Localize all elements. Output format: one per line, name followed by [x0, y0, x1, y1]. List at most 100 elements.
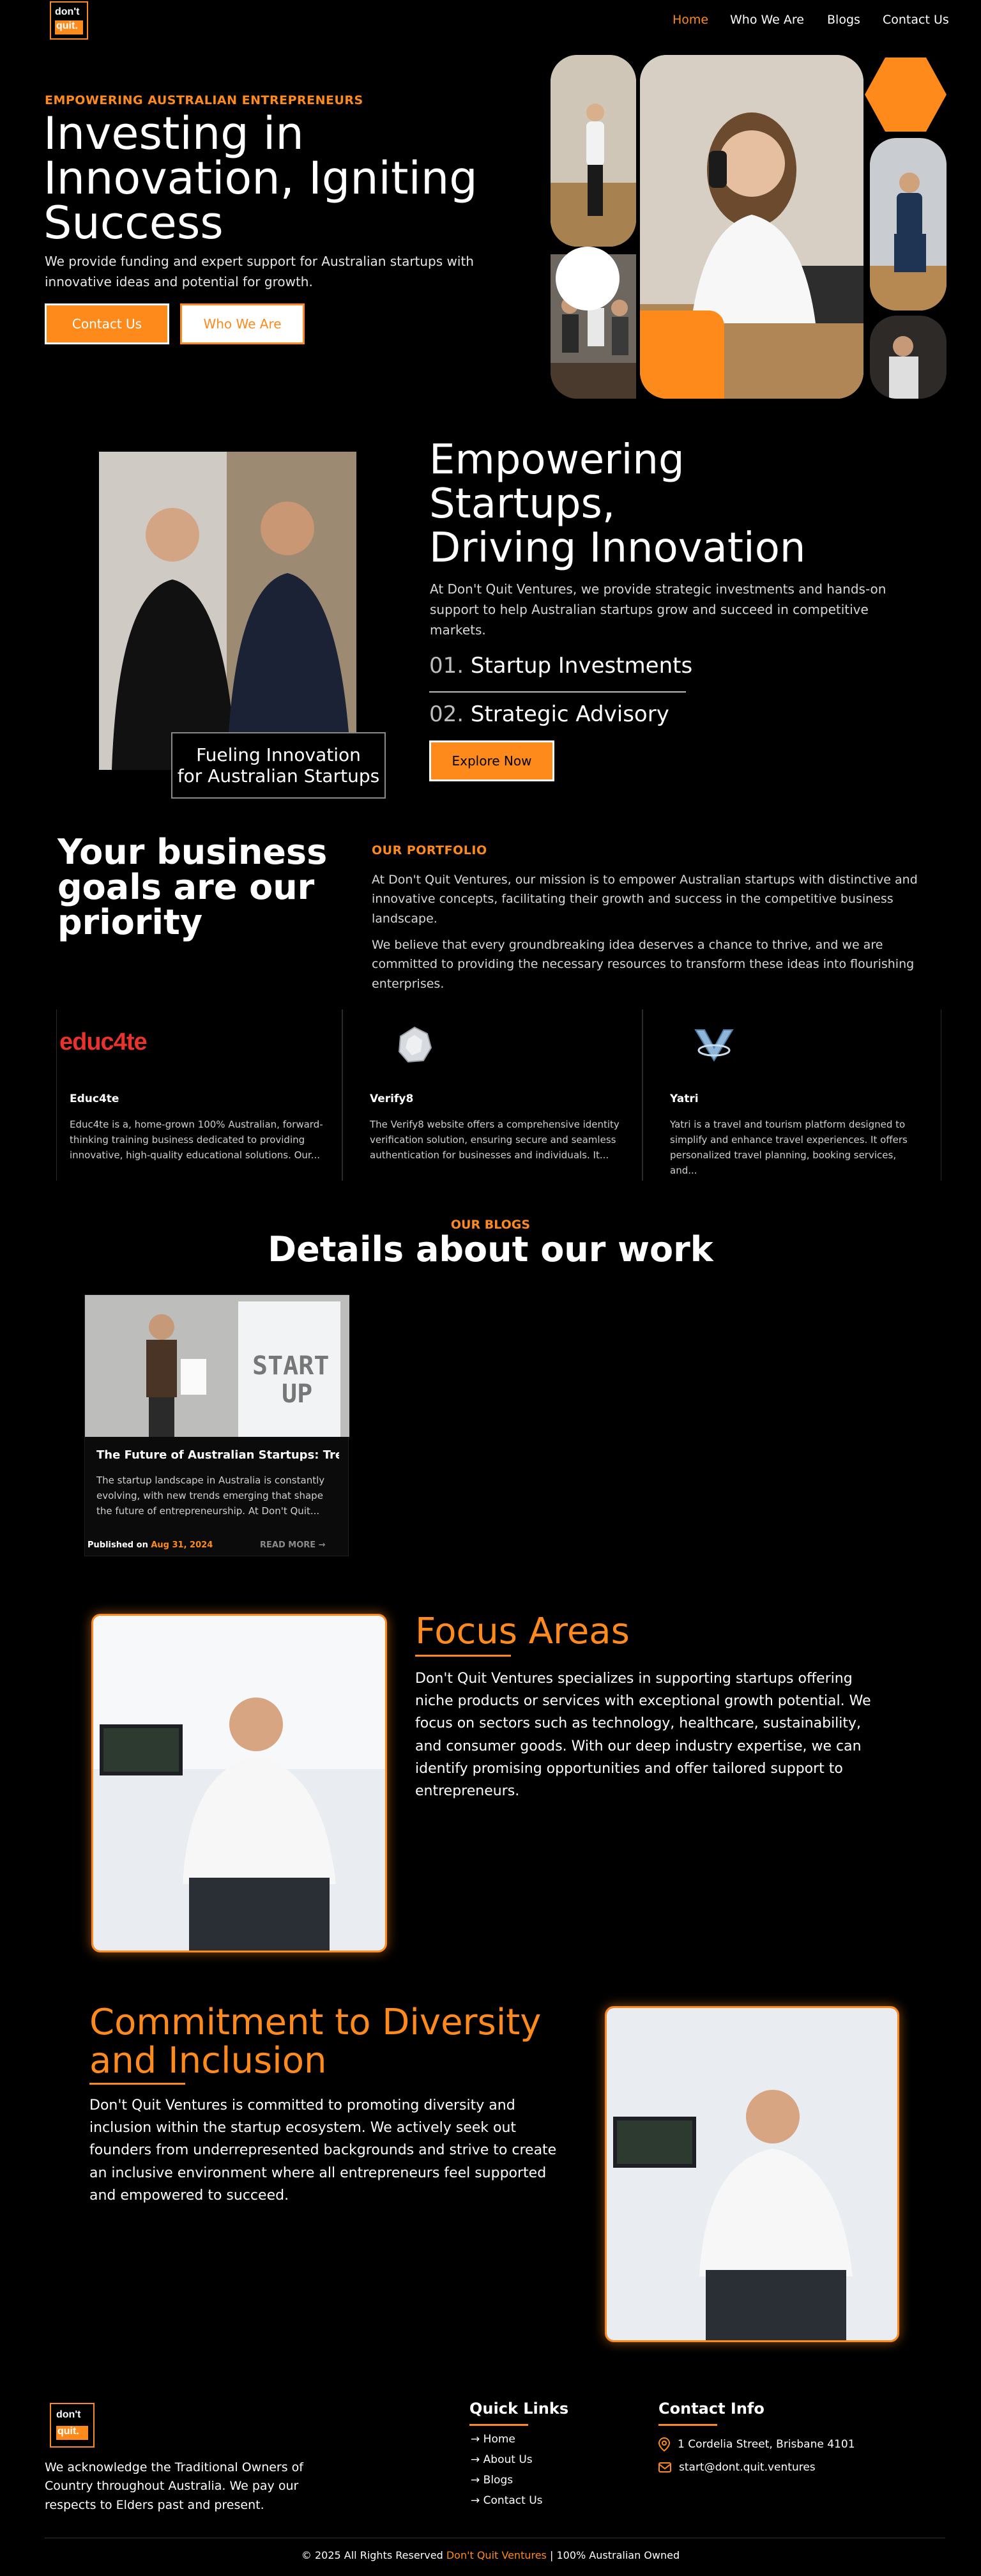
address-text: 1 Cordelia Street, Brisbane 4101	[678, 2438, 855, 2451]
man-dark-figure	[870, 316, 947, 399]
blog-card[interactable]: START UP The Future of Australian Startu…	[84, 1294, 349, 1556]
email-text: start@dont.quit.ventures	[679, 2461, 816, 2474]
focus-areas-photo	[91, 1614, 387, 1952]
copyright-brand-link[interactable]: Don't Quit Ventures	[446, 2549, 547, 2561]
copyright-suffix: | 100% Australian Owned	[549, 2549, 680, 2561]
contact-us-button[interactable]: Contact Us	[45, 303, 169, 344]
portfolio-para-1: At Don't Quit Ventures, our mission is t…	[372, 873, 918, 926]
whiteboard-text-up: UP	[282, 1379, 313, 1409]
read-more-link[interactable]: READ MORE →	[260, 1540, 326, 1550]
about-title-line-1: Empowering	[429, 436, 685, 484]
portfolio-card-verify8[interactable]: Verify8 The Verify8 website offers a com…	[342, 1009, 643, 1181]
nav-blogs[interactable]: Blogs	[827, 13, 860, 27]
man-seated-figure	[870, 138, 947, 310]
location-pin-icon	[658, 2437, 670, 2451]
focus-areas-rule	[415, 1655, 511, 1657]
hero-title: Investing in Innovation, Igniting Succes…	[43, 111, 542, 245]
about-item-2-number: 02.	[429, 702, 464, 727]
founders-photo	[99, 452, 356, 770]
card-text: Yatri is a travel and tourism platform d…	[670, 1119, 908, 1176]
arrow-right-icon: →	[471, 2433, 483, 2446]
blog-post-title[interactable]: The Future of Australian Startups: Trend…	[96, 1448, 339, 1462]
hero-subtitle: We provide funding and expert support fo…	[45, 254, 474, 289]
focus-areas-title: Focus Areas	[415, 1611, 630, 1652]
contact-info-title: Contact Info	[658, 2400, 764, 2418]
acknowledgement-text: We acknowledge the Traditional Owners of…	[45, 2460, 303, 2512]
about-item-1-label: Startup Investments	[470, 653, 693, 678]
nav-contact-us[interactable]: Contact Us	[883, 13, 949, 27]
footer-link-label: Blogs	[483, 2474, 513, 2487]
footer-link-label: Contact Us	[483, 2494, 543, 2507]
about-divider	[429, 691, 686, 693]
footer-logo-text-top: don't	[56, 2409, 81, 2420]
portfolio-card-yatri[interactable]: Yatri Yatri is a travel and tourism plat…	[643, 1009, 941, 1181]
logo-text-bottom: quit.	[55, 20, 83, 34]
footer-link-label: Home	[483, 2433, 515, 2446]
verify8-logo-icon	[398, 1026, 432, 1063]
focus-areas-text: Don't Quit Ventures specializes in suppo…	[415, 1671, 871, 1799]
footer-link-contact[interactable]: → Contact Us	[471, 2494, 543, 2507]
published-label: Published on	[87, 1540, 148, 1550]
educ4te-logo: educ4te	[59, 1029, 148, 1055]
diversity-title-line-1: Commitment to Diversity	[89, 2002, 542, 2043]
about-item-1: 01. Startup Investments	[429, 653, 692, 678]
footer-link-home[interactable]: → Home	[471, 2433, 515, 2446]
portfolio-card-educ4te[interactable]: educ4te Educ4te Educ4te is a, home-grown…	[56, 1009, 342, 1181]
quick-links-rule	[469, 2424, 528, 2426]
arrow-right-icon: →	[471, 2494, 483, 2507]
footer-link-blogs[interactable]: → Blogs	[471, 2474, 513, 2487]
card-text: The Verify8 website offers a comprehensi…	[370, 1119, 620, 1161]
photo-caption-line-1: Fueling Innovation	[196, 744, 361, 765]
nav-who-we-are[interactable]: Who We Are	[730, 13, 804, 27]
hero-collage	[551, 55, 947, 399]
about-item-2-label: Strategic Advisory	[470, 702, 669, 727]
diversity-photo	[605, 2006, 899, 2342]
priority-title-line-1: Your business	[57, 832, 328, 872]
copyright-prefix: © 2025 All Rights Reserved	[301, 2549, 443, 2561]
footer-address: 1 Cordelia Street, Brisbane 4101	[658, 2437, 855, 2451]
portfolio-para-2: We believe that every groundbreaking ide…	[372, 938, 915, 991]
card-title: Educ4te	[70, 1092, 119, 1105]
mail-icon	[658, 2462, 671, 2472]
footer-logo-text-bottom: quit.	[56, 2426, 88, 2440]
card-text: Educ4te is a, home-grown 100% Australian…	[70, 1119, 323, 1161]
who-we-are-button[interactable]: Who We Are	[180, 303, 305, 344]
about-item-2: 02. Strategic Advisory	[429, 702, 669, 727]
white-circle-decoration	[556, 247, 620, 310]
nav-home[interactable]: Home	[673, 13, 708, 27]
focus-photo-scene	[93, 1616, 385, 1951]
logo[interactable]: don't quit.	[50, 1, 88, 40]
diversity-title-line-2: and Inclusion	[89, 2040, 327, 2082]
diversity-title: Commitment to Diversity and Inclusion	[89, 2002, 575, 2082]
footer-link-label: About Us	[483, 2453, 533, 2466]
arrow-right-icon: →	[318, 1540, 326, 1550]
logo-text-top: don't	[55, 6, 80, 17]
founders-scene	[99, 452, 356, 770]
about-item-1-number: 01.	[429, 653, 464, 678]
card-title: Verify8	[370, 1092, 414, 1105]
blog-post-excerpt: The startup landscape in Australia is co…	[96, 1475, 325, 1517]
about-title-line-3: Driving Innovation	[429, 525, 806, 572]
about-title-line-2: Startups,	[429, 480, 616, 528]
photo-caption-box: Fueling Innovation for Australian Startu…	[171, 732, 386, 799]
explore-now-button[interactable]: Explore Now	[429, 740, 554, 781]
photo-caption-line-2: for Australian Startups	[177, 765, 380, 786]
diversity-rule	[89, 2083, 185, 2085]
blogs-title: Details about our work	[268, 1229, 713, 1269]
orange-hexagon-decoration	[865, 57, 947, 132]
photo-man-seated	[870, 138, 947, 310]
footer-link-about[interactable]: → About Us	[471, 2453, 533, 2466]
diversity-photo-scene	[607, 2008, 897, 2340]
hero-title-line-3: Success	[43, 197, 224, 249]
quick-links-title: Quick Links	[469, 2400, 569, 2418]
footer-logo[interactable]: don't quit.	[50, 2403, 95, 2448]
diversity-text: Don't Quit Ventures is committed to prom…	[89, 2097, 557, 2204]
contact-info-rule	[658, 2424, 717, 2426]
yatri-logo-icon	[694, 1029, 734, 1062]
blog-thumbnail: START UP	[85, 1295, 349, 1437]
card-title: Yatri	[670, 1092, 699, 1105]
footer-email[interactable]: start@dont.quit.ventures	[658, 2461, 816, 2474]
published-date: Aug 31, 2024	[151, 1540, 213, 1550]
photo-woman-standing	[551, 55, 636, 247]
priority-title-line-3: priority	[57, 902, 203, 943]
